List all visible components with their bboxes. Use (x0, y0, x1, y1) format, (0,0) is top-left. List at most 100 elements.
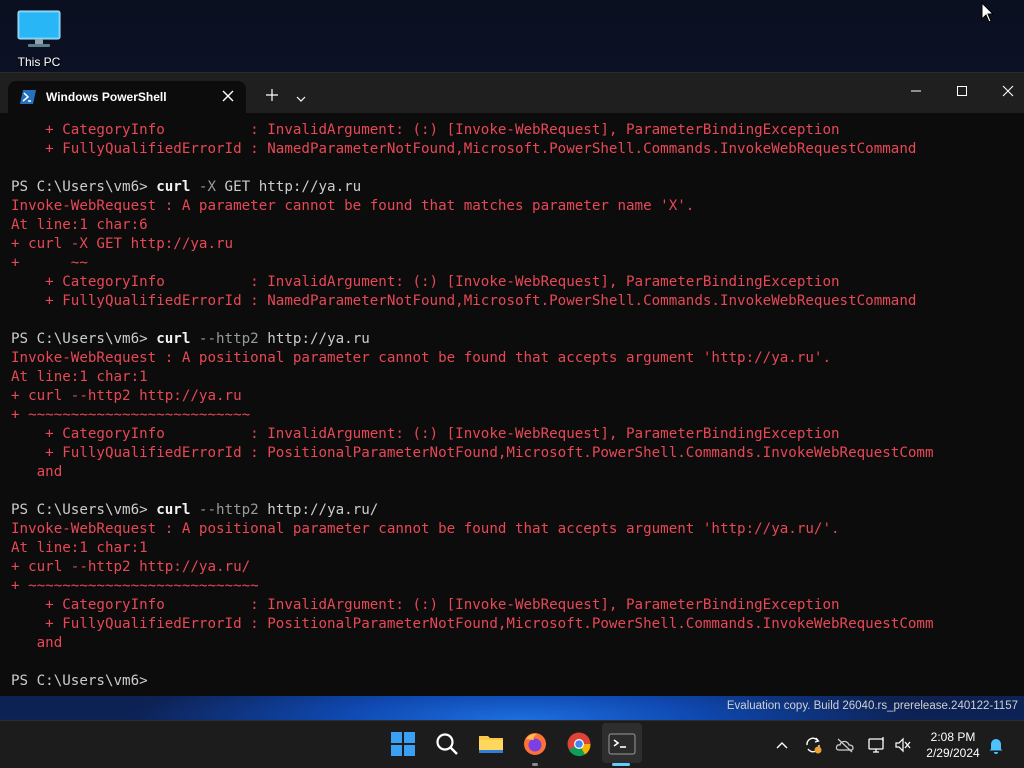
terminal-line: and (11, 634, 1017, 653)
terminal-text-segment: curl (156, 179, 191, 195)
terminal-text-segment: + CategoryInfo : InvalidArgument: (:) [I… (11, 426, 840, 442)
window-close-icon[interactable] (1000, 83, 1016, 99)
monitor-icon (17, 10, 61, 47)
terminal-text-segment: + ~~ (11, 255, 88, 271)
terminal-text-segment: At line:1 char:1 (11, 540, 148, 556)
clock-date: 2/29/2024 (926, 746, 980, 760)
terminal-text-segment: curl (156, 331, 191, 347)
terminal-text-segment: + FullyQualifiedErrorId : PositionalPara… (11, 616, 934, 632)
terminal-line: + ~~ (11, 254, 1017, 273)
terminal-line: Invoke-WebRequest : A positional paramet… (11, 349, 1017, 368)
terminal-text-segment: At line:1 char:1 (11, 369, 148, 385)
terminal-line: Invoke-WebRequest : A parameter cannot b… (11, 197, 1017, 216)
start-icon[interactable] (390, 731, 418, 759)
terminal-line: + FullyQualifiedErrorId : PositionalPara… (11, 615, 1017, 634)
clock-time: 2:08 PM (930, 730, 976, 744)
terminal-icon[interactable] (608, 731, 636, 759)
terminal-text-segment: + curl --http2 http://ya.ru (11, 388, 242, 404)
network-icon[interactable] (867, 735, 887, 755)
powershell-window: Windows PowerShell + CategoryInfo : Inva… (0, 72, 1024, 696)
mouse-pointer-icon (981, 1, 995, 29)
terminal-line: PS C:\Users\vm6> (11, 672, 1017, 691)
taskbar: 2:08 PM 2/29/2024 (0, 720, 1024, 768)
title-bar[interactable]: Windows PowerShell (0, 73, 1024, 113)
terminal-text-segment: + ~~~~~~~~~~~~~~~~~~~~~~~~~~ (11, 407, 251, 423)
terminal-text-segment: curl (156, 502, 191, 518)
terminal-line: + curl --http2 http://ya.ru (11, 387, 1017, 406)
terminal-text-segment: + CategoryInfo : InvalidArgument: (:) [I… (11, 597, 840, 613)
terminal-text-segment: PS C:\Users\vm6> (11, 179, 157, 195)
onedrive-icon[interactable] (835, 735, 855, 755)
terminal-text-segment: + CategoryInfo : InvalidArgument: (:) [I… (11, 122, 840, 138)
terminal-line: + FullyQualifiedErrorId : PositionalPara… (11, 444, 1017, 463)
desktop-icon-label: This PC (17, 55, 61, 69)
terminal-line: Invoke-WebRequest : A positional paramet… (11, 520, 1017, 539)
file-explorer-icon[interactable] (478, 731, 506, 759)
terminal-text-segment: Invoke-WebRequest : A parameter cannot b… (11, 198, 695, 214)
powershell-icon (20, 90, 36, 104)
terminal-text-segment: PS C:\Users\vm6> (11, 331, 157, 347)
terminal-text-segment: and (11, 464, 63, 480)
terminal-line: PS C:\Users\vm6> curl --http2 http://ya.… (11, 501, 1017, 520)
terminal-text-segment: At line:1 char:6 (11, 217, 148, 233)
chevron-down-icon[interactable] (295, 91, 307, 102)
volume-muted-icon[interactable] (893, 735, 913, 755)
close-icon[interactable] (220, 88, 236, 104)
terminal-output[interactable]: + CategoryInfo : InvalidArgument: (:) [I… (11, 121, 1017, 691)
desktop-icon-this-pc[interactable]: This PC (10, 8, 68, 69)
minimize-icon[interactable] (908, 83, 924, 99)
terminal-text-segment: http://ya.ru (258, 331, 370, 347)
terminal-text-segment: GET http://ya.ru (216, 179, 362, 195)
firefox-icon[interactable] (522, 731, 550, 759)
terminal-text-segment: + curl -X GET http://ya.ru (11, 236, 234, 252)
plus-icon[interactable] (264, 87, 280, 103)
terminal-active-indicator (612, 763, 630, 766)
terminal-line: + CategoryInfo : InvalidArgument: (:) [I… (11, 121, 1017, 140)
chrome-icon[interactable] (566, 731, 594, 759)
terminal-text-segment: + FullyQualifiedErrorId : PositionalPara… (11, 445, 934, 461)
terminal-text-segment: PS C:\Users\vm6> (11, 673, 157, 689)
terminal-line: PS C:\Users\vm6> curl --http2 http://ya.… (11, 330, 1017, 349)
terminal-line: + ~~~~~~~~~~~~~~~~~~~~~~~~~~~ (11, 577, 1017, 596)
terminal-text-segment: -X (190, 179, 217, 195)
terminal-text-segment: Invoke-WebRequest : A positional paramet… (11, 350, 831, 366)
terminal-text-segment: and (11, 635, 63, 651)
sync-icon[interactable] (803, 735, 823, 755)
system-clock[interactable]: 2:08 PM 2/29/2024 (920, 729, 986, 761)
terminal-line: At line:1 char:1 (11, 539, 1017, 558)
terminal-line: + FullyQualifiedErrorId : NamedParameter… (11, 292, 1017, 311)
maximize-icon[interactable] (954, 83, 970, 99)
terminal-text-segment: + FullyQualifiedErrorId : NamedParameter… (11, 141, 917, 157)
terminal-line: At line:1 char:1 (11, 368, 1017, 387)
tab-windows-powershell[interactable]: Windows PowerShell (8, 81, 246, 113)
terminal-line: PS C:\Users\vm6> curl -X GET http://ya.r… (11, 178, 1017, 197)
terminal-text-segment: + FullyQualifiedErrorId : NamedParameter… (11, 293, 917, 309)
terminal-line: and (11, 463, 1017, 482)
terminal-text-segment: + ~~~~~~~~~~~~~~~~~~~~~~~~~~~ (11, 578, 259, 594)
terminal-line: + CategoryInfo : InvalidArgument: (:) [I… (11, 425, 1017, 444)
terminal-line: + curl --http2 http://ya.ru/ (11, 558, 1017, 577)
terminal-line: + curl -X GET http://ya.ru (11, 235, 1017, 254)
terminal-line: + CategoryInfo : InvalidArgument: (:) [I… (11, 596, 1017, 615)
terminal-text-segment: Invoke-WebRequest : A positional paramet… (11, 521, 840, 537)
terminal-text-segment: PS C:\Users\vm6> (11, 502, 157, 518)
terminal-line: At line:1 char:6 (11, 216, 1017, 235)
firefox-running-indicator (532, 763, 538, 766)
chevron-up-icon[interactable] (772, 735, 792, 755)
notification-bell-icon[interactable] (986, 735, 1006, 755)
terminal-line: + FullyQualifiedErrorId : NamedParameter… (11, 140, 1017, 159)
terminal-text-segment: --http2 (190, 331, 259, 347)
terminal-text-segment: + curl --http2 http://ya.ru/ (11, 559, 251, 575)
terminal-line: + ~~~~~~~~~~~~~~~~~~~~~~~~~~ (11, 406, 1017, 425)
terminal-line: + CategoryInfo : InvalidArgument: (:) [I… (11, 273, 1017, 292)
terminal-text-segment: --http2 (190, 502, 259, 518)
evaluation-watermark: Evaluation copy. Build 26040.rs_prerelea… (726, 700, 1018, 712)
search-icon[interactable] (434, 731, 462, 759)
tab-title: Windows PowerShell (46, 90, 167, 104)
terminal-text-segment: + CategoryInfo : InvalidArgument: (:) [I… (11, 274, 840, 290)
terminal-text-segment: http://ya.ru/ (258, 502, 379, 518)
